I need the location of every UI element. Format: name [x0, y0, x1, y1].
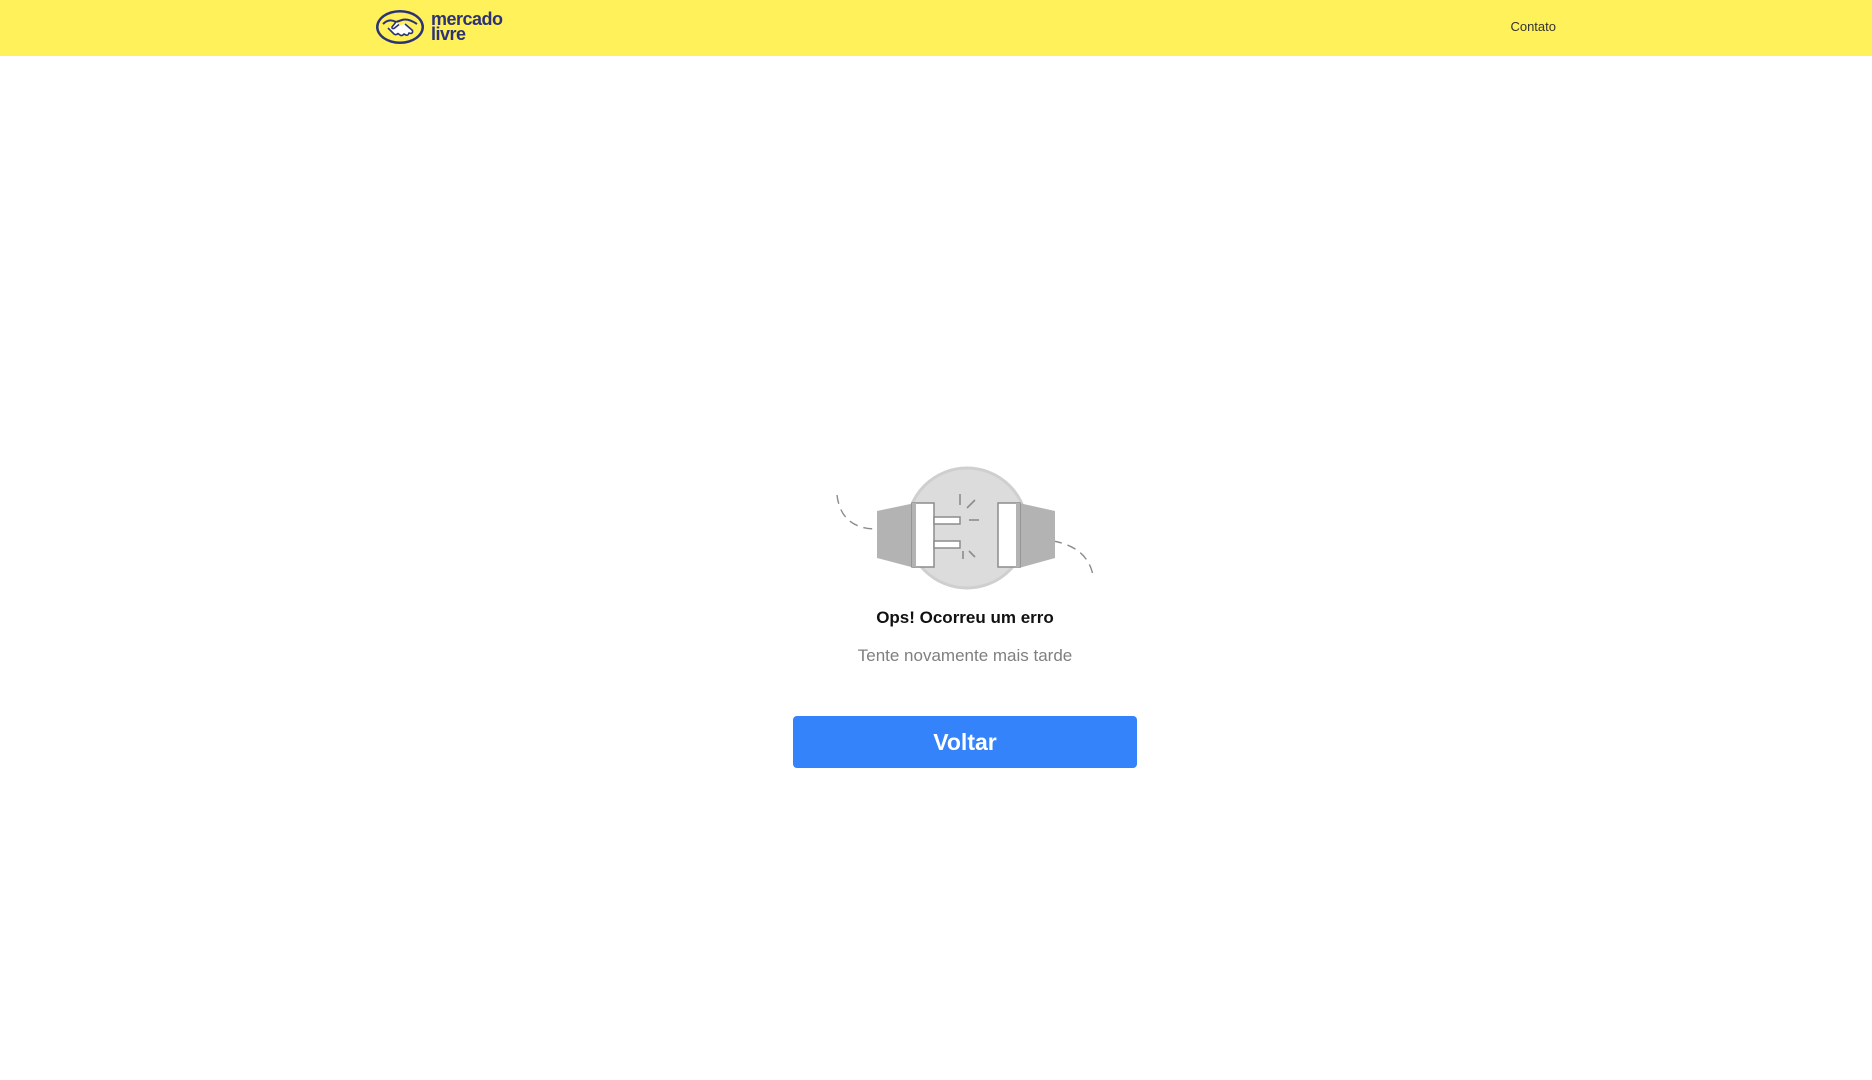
- error-section: Ops! Ocorreu um erro Tente novamente mai…: [0, 463, 1872, 773]
- logo-text: mercado livre: [431, 10, 503, 44]
- handshake-logo-icon: [376, 10, 424, 44]
- error-subtitle: Tente novamente mais tarde: [857, 646, 1073, 665]
- back-button[interactable]: Voltar: [793, 716, 1137, 768]
- mercado-livre-logo[interactable]: mercado livre: [375, 8, 503, 46]
- disconnected-plug-icon: [836, 466, 1094, 590]
- contact-link[interactable]: Contato: [1510, 19, 1556, 34]
- error-title: Ops! Ocorreu um erro: [876, 608, 1054, 627]
- top-header: mercado livre Contato: [0, 0, 1872, 56]
- logo-line-2: livre: [431, 24, 466, 44]
